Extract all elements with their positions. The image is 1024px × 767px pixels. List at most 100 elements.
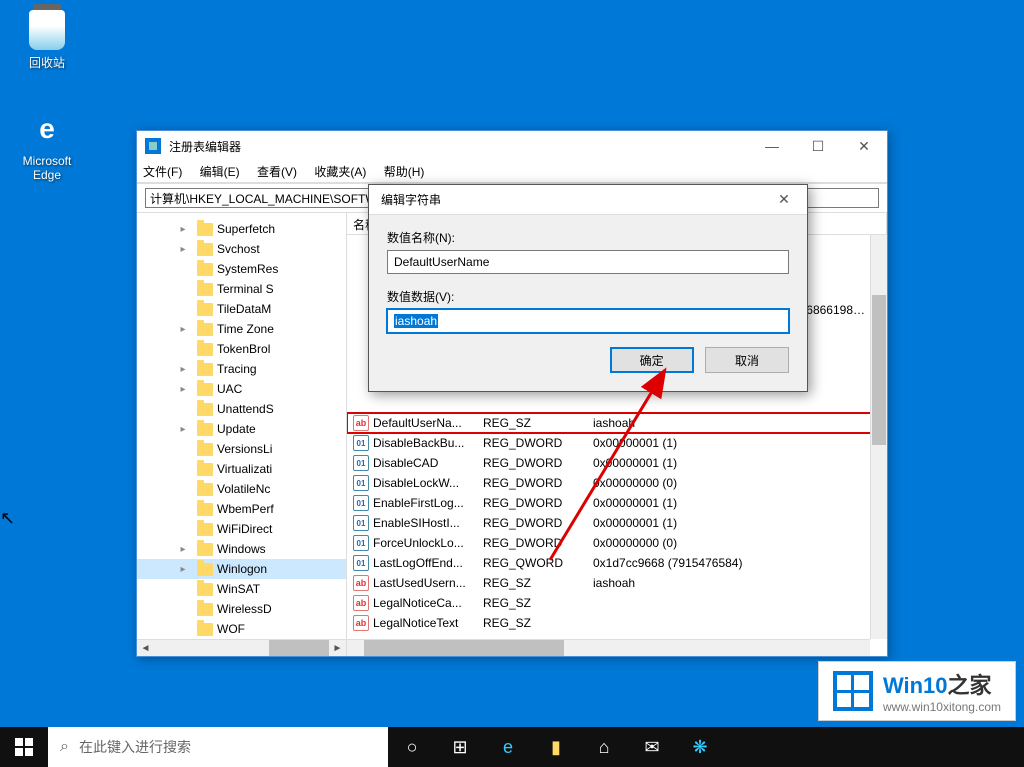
tree-item[interactable]: Terminal S: [137, 279, 346, 299]
value-name: DisableCAD: [373, 456, 477, 470]
tree-item-label: WOF: [217, 622, 245, 636]
value-row[interactable]: LegalNoticeCa...REG_SZ: [347, 593, 887, 613]
regedit-titlebar[interactable]: 注册表编辑器 — ☐ ✕: [137, 131, 887, 161]
expand-icon[interactable]: ▸: [177, 424, 189, 435]
value-name-input[interactable]: [387, 250, 789, 274]
minimize-button[interactable]: —: [749, 131, 795, 161]
menu-fav[interactable]: 收藏夹(A): [314, 165, 366, 179]
tree-item[interactable]: VersionsLi: [137, 439, 346, 459]
tree-item[interactable]: ▸ Tracing: [137, 359, 346, 379]
value-row[interactable]: DefaultUserNa...REG_SZiashoah: [347, 413, 887, 433]
tree-item-label: Windows: [217, 542, 266, 556]
value-data: iashoah: [587, 416, 887, 430]
menu-help[interactable]: 帮助(H): [384, 165, 425, 179]
value-type-icon: [353, 495, 369, 511]
watermark-logo: [833, 671, 873, 711]
tree-item[interactable]: TokenBrol: [137, 339, 346, 359]
tree-item[interactable]: UnattendS: [137, 399, 346, 419]
maximize-button[interactable]: ☐: [795, 131, 841, 161]
start-button[interactable]: [0, 727, 48, 767]
tree-item[interactable]: WinSAT: [137, 579, 346, 599]
folder-icon: [197, 583, 213, 596]
folder-icon: [197, 503, 213, 516]
cancel-button[interactable]: 取消: [705, 347, 789, 373]
scroll-thumb[interactable]: [872, 295, 886, 445]
tree-item[interactable]: WOF: [137, 619, 346, 639]
tree-item-label: WbemPerf: [217, 502, 274, 516]
tree-item[interactable]: ▸Winlogon: [137, 559, 346, 579]
tree-item[interactable]: ▸Svchost: [137, 239, 346, 259]
tree-item[interactable]: TileDataM: [137, 299, 346, 319]
watermark-brand-b: 之家: [948, 673, 992, 698]
cortana-icon[interactable]: ○: [388, 727, 436, 767]
tree-item[interactable]: Virtualizati: [137, 459, 346, 479]
expand-icon[interactable]: ▸: [177, 324, 189, 335]
tree-item[interactable]: ▸Superfetch: [137, 219, 346, 239]
value-name: LegalNoticeCa...: [373, 596, 477, 610]
edge-taskbar-icon[interactable]: e: [484, 727, 532, 767]
desktop-icon-recycle-bin[interactable]: 回收站: [12, 10, 82, 71]
folder-icon: [197, 363, 213, 376]
task-view-icon[interactable]: ⊞: [436, 727, 484, 767]
mail-taskbar-icon[interactable]: ✉: [628, 727, 676, 767]
value-row[interactable]: LegalNoticeTextREG_SZ: [347, 613, 887, 633]
menu-view[interactable]: 查看(V): [257, 165, 297, 179]
tree-item[interactable]: SystemRes: [137, 259, 346, 279]
close-button[interactable]: ✕: [841, 131, 887, 161]
value-row[interactable]: EnableSIHostI...REG_DWORD0x00000001 (1): [347, 513, 887, 533]
expand-icon[interactable]: ▸: [177, 364, 189, 375]
value-row[interactable]: LastUsedUsern...REG_SZiashoah: [347, 573, 887, 593]
value-row[interactable]: DisableCADREG_DWORD0x00000001 (1): [347, 453, 887, 473]
ok-button[interactable]: 确定: [610, 347, 694, 373]
dialog-titlebar[interactable]: 编辑字符串 ✕: [369, 185, 807, 215]
value-data-input[interactable]: iashoah: [387, 309, 789, 333]
scroll-right-arrow[interactable]: ►: [329, 640, 346, 656]
tree-item[interactable]: WirelessD: [137, 599, 346, 619]
scroll-thumb[interactable]: [269, 640, 329, 656]
value-row[interactable]: EnableFirstLog...REG_DWORD0x00000001 (1): [347, 493, 887, 513]
tree-item-label: WiFiDirect: [217, 522, 272, 536]
edit-string-dialog: 编辑字符串 ✕ 数值名称(N): 数值数据(V): iashoah 确定 取消: [368, 184, 808, 392]
expand-icon[interactable]: ▸: [177, 544, 189, 555]
values-vertical-scrollbar[interactable]: [870, 235, 887, 639]
values-horizontal-scrollbar[interactable]: [347, 639, 870, 656]
watermark-brand-a: Win10: [883, 673, 948, 698]
tree-item-label: Tracing: [217, 362, 257, 376]
app-taskbar-icon[interactable]: ❋: [676, 727, 724, 767]
value-row[interactable]: ForceUnlockLo...REG_DWORD0x00000000 (0): [347, 533, 887, 553]
tree-item[interactable]: ▸UAC: [137, 379, 346, 399]
value-type: REG_SZ: [477, 416, 587, 430]
regedit-tree[interactable]: ▸Superfetch▸SvchostSystemResTerminal STi…: [137, 213, 347, 656]
expand-icon[interactable]: ▸: [177, 384, 189, 395]
folder-icon: [197, 343, 213, 356]
store-taskbar-icon[interactable]: ⌂: [580, 727, 628, 767]
expand-icon[interactable]: ▸: [177, 244, 189, 255]
tree-item[interactable]: WbemPerf: [137, 499, 346, 519]
scroll-left-arrow[interactable]: ◄: [137, 640, 154, 656]
value-row[interactable]: LastLogOffEnd...REG_QWORD0x1d7cc9668 (79…: [347, 553, 887, 573]
menu-file[interactable]: 文件(F): [143, 165, 182, 179]
tree-item[interactable]: ▸ Time Zone: [137, 319, 346, 339]
scroll-thumb[interactable]: [364, 640, 564, 656]
explorer-taskbar-icon[interactable]: ▮: [532, 727, 580, 767]
value-type: REG_DWORD: [477, 456, 587, 470]
edge-label: Microsoft Edge: [12, 154, 82, 182]
tree-item-label: Time Zone: [217, 322, 274, 336]
value-row[interactable]: DisableBackBu...REG_DWORD0x00000001 (1): [347, 433, 887, 453]
expand-icon[interactable]: ▸: [177, 564, 189, 575]
tree-item[interactable]: ▸Update: [137, 419, 346, 439]
folder-icon: [197, 423, 213, 436]
dialog-close-button[interactable]: ✕: [761, 185, 807, 215]
expand-icon[interactable]: ▸: [177, 224, 189, 235]
tree-item[interactable]: VolatileNc: [137, 479, 346, 499]
taskbar-search[interactable]: ⌕ 在此键入进行搜索: [48, 727, 388, 767]
desktop-icon-edge[interactable]: e Microsoft Edge: [12, 108, 82, 182]
tree-item[interactable]: WiFiDirect: [137, 519, 346, 539]
menu-edit[interactable]: 编辑(E): [200, 165, 240, 179]
value-row[interactable]: DisableLockW...REG_DWORD0x00000000 (0): [347, 473, 887, 493]
value-type: REG_DWORD: [477, 496, 587, 510]
tree-horizontal-scrollbar[interactable]: ◄ ►: [137, 639, 346, 656]
value-type: REG_DWORD: [477, 536, 587, 550]
tree-item-label: WinSAT: [217, 582, 260, 596]
tree-item[interactable]: ▸ Windows: [137, 539, 346, 559]
